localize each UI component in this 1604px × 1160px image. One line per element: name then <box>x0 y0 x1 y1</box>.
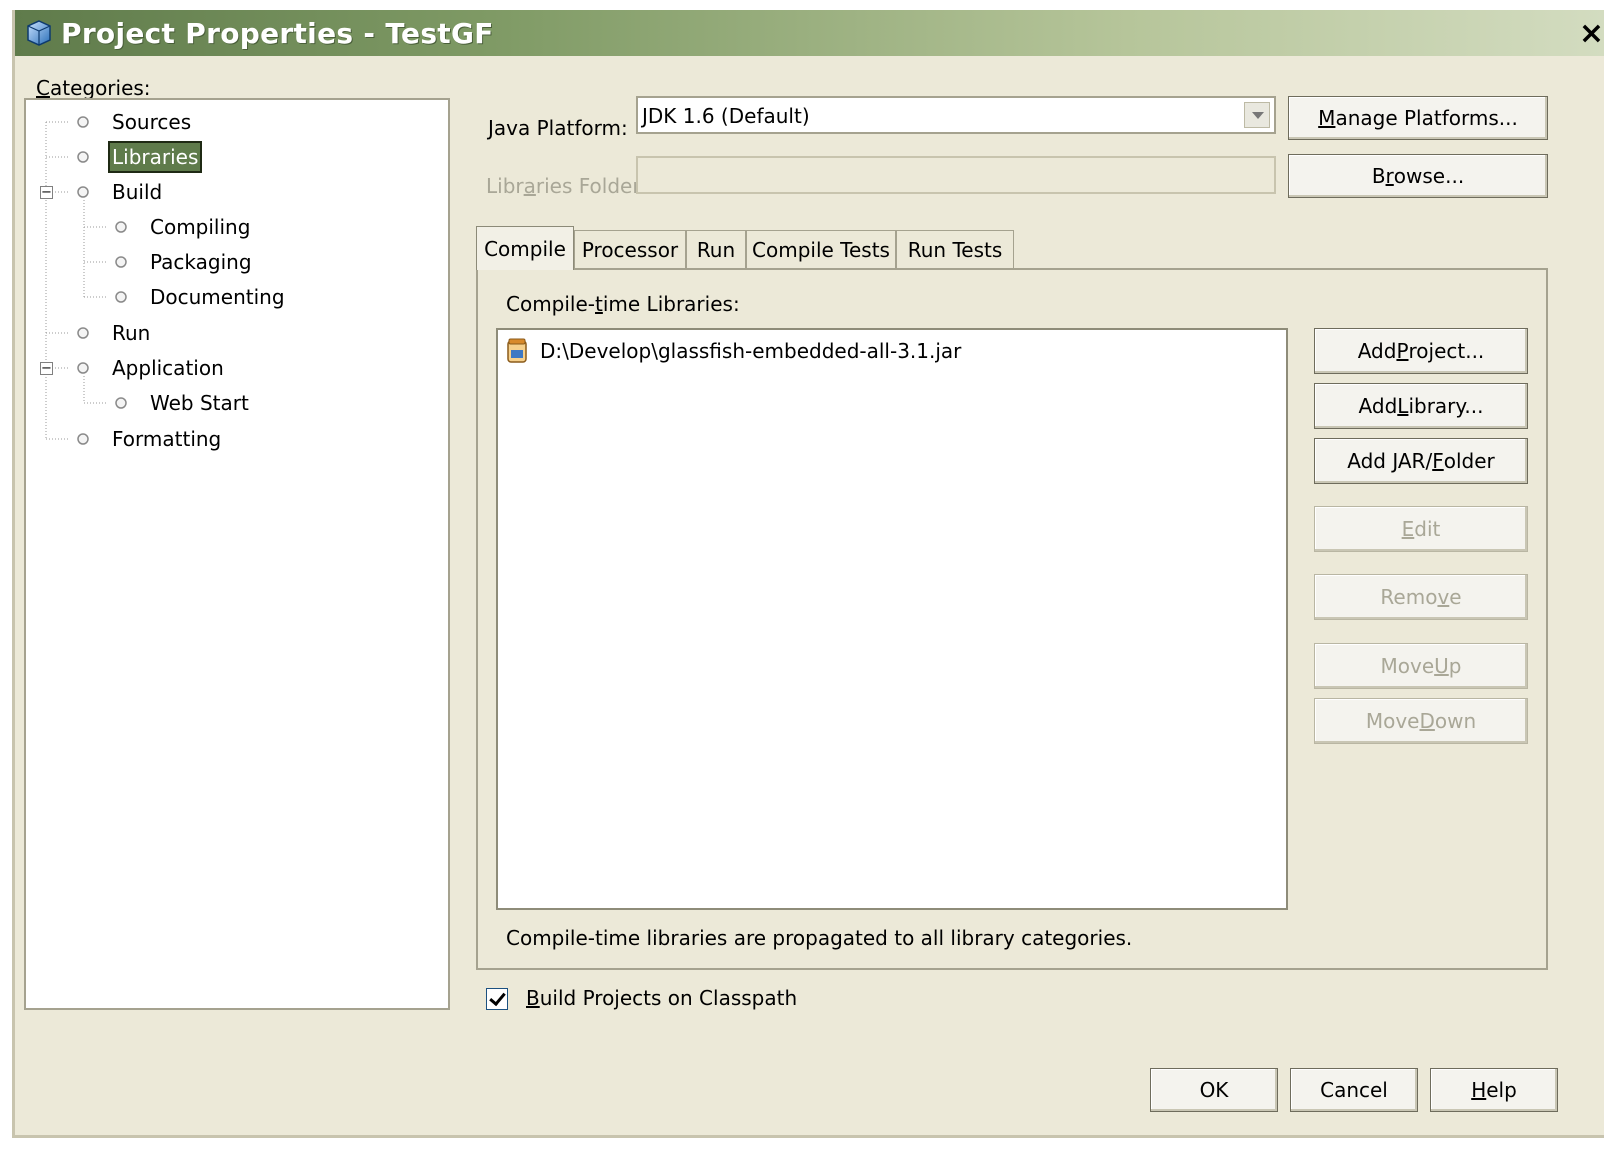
dropdown-arrow-icon[interactable] <box>1244 102 1270 128</box>
tree-item-run[interactable]: Run <box>76 318 152 348</box>
tree-item-compiling[interactable]: Compiling <box>114 212 252 242</box>
compile-libraries-label: Compile-time Libraries: <box>506 292 740 316</box>
tab-compile[interactable]: Compile <box>476 226 574 270</box>
edit-button[interactable]: Edit <box>1314 506 1528 552</box>
node-bullet-icon <box>77 116 89 128</box>
add-project-button[interactable]: Add Project... <box>1314 328 1528 374</box>
list-item[interactable]: D:\Develop\glassfish-embedded-all-3.1.ja… <box>506 338 961 364</box>
tree-item-label: Compiling <box>150 215 251 239</box>
close-icon[interactable]: × <box>1579 16 1604 51</box>
project-cube-icon <box>27 20 51 46</box>
node-bullet-icon <box>115 397 127 409</box>
node-bullet-icon <box>115 221 127 233</box>
tree-item-packaging[interactable]: Packaging <box>114 247 254 277</box>
tree-item-libraries[interactable]: Libraries <box>76 141 203 173</box>
application-collapse-icon[interactable]: − <box>40 362 53 375</box>
tree-item-sources[interactable]: Sources <box>76 107 193 137</box>
categories-tree[interactable]: − − Sources Libraries Build Compiling Pa… <box>24 98 450 1010</box>
tree-item-label: Formatting <box>112 427 222 451</box>
tab-compile-tests[interactable]: Compile Tests <box>746 230 896 268</box>
java-platform-combo[interactable]: JDK 1.6 (Default) <box>636 96 1276 134</box>
node-bullet-icon <box>77 186 89 198</box>
build-projects-checkbox[interactable] <box>486 988 508 1010</box>
tree-item-application[interactable]: Application <box>76 353 226 383</box>
manage-platforms-button[interactable]: Manage Platforms... <box>1288 96 1548 140</box>
tree-item-label: Run <box>112 321 151 345</box>
compile-libraries-note: Compile-time libraries are propagated to… <box>506 926 1133 950</box>
categories-label: Categories: <box>36 76 151 100</box>
tree-item-label: Documenting <box>150 285 285 309</box>
tree-item-label: Web Start <box>150 391 249 415</box>
node-bullet-icon <box>77 327 89 339</box>
jar-file-icon <box>507 338 527 363</box>
tab-run-tests[interactable]: Run Tests <box>896 230 1014 268</box>
node-bullet-icon <box>115 291 127 303</box>
tab-run[interactable]: Run <box>686 230 746 268</box>
compile-libraries-list[interactable]: D:\Develop\glassfish-embedded-all-3.1.ja… <box>496 328 1288 910</box>
tree-item-label: Build <box>112 180 163 204</box>
node-bullet-icon <box>115 256 127 268</box>
build-projects-label[interactable]: Build Projects on Classpath <box>526 986 797 1010</box>
title-bar[interactable]: Project Properties - TestGF × <box>15 10 1604 56</box>
node-bullet-icon <box>77 151 89 163</box>
java-platform-label: Java Platform: <box>488 116 628 140</box>
cancel-button[interactable]: Cancel <box>1290 1068 1418 1112</box>
libraries-folder-label: Libraries Folder: <box>486 174 647 198</box>
tree-item-formatting[interactable]: Formatting <box>76 424 223 454</box>
tree-item-web-start[interactable]: Web Start <box>114 388 251 418</box>
move-down-button[interactable]: Move Down <box>1314 698 1528 744</box>
tree-item-label: Packaging <box>150 250 252 274</box>
browse-button[interactable]: Br owse... <box>1288 154 1548 198</box>
remove-button[interactable]: Remo v e <box>1314 574 1528 620</box>
tree-item-build[interactable]: Build <box>76 177 164 207</box>
tree-item-label: Application <box>112 356 224 380</box>
build-collapse-icon[interactable]: − <box>40 186 53 199</box>
node-bullet-icon <box>77 433 89 445</box>
add-library-button[interactable]: Add Library... <box>1314 383 1528 429</box>
window-title: Project Properties - TestGF <box>61 16 494 50</box>
tree-item-label: Libraries <box>107 141 203 173</box>
node-bullet-icon <box>77 362 89 374</box>
tree-item-documenting[interactable]: Documenting <box>114 282 287 312</box>
move-up-button[interactable]: Move Up <box>1314 643 1528 689</box>
tab-processor[interactable]: Processor <box>574 230 686 268</box>
library-path: D:\Develop\glassfish-embedded-all-3.1.ja… <box>540 339 962 363</box>
libraries-folder-field <box>636 156 1276 194</box>
help-button[interactable]: Help <box>1430 1068 1558 1112</box>
tree-item-label: Sources <box>112 110 192 134</box>
add-jar-folder-button[interactable]: Add JAR/Folder <box>1314 438 1528 484</box>
java-platform-value: JDK 1.6 (Default) <box>642 104 810 128</box>
ok-button[interactable]: OK <box>1150 1068 1278 1112</box>
